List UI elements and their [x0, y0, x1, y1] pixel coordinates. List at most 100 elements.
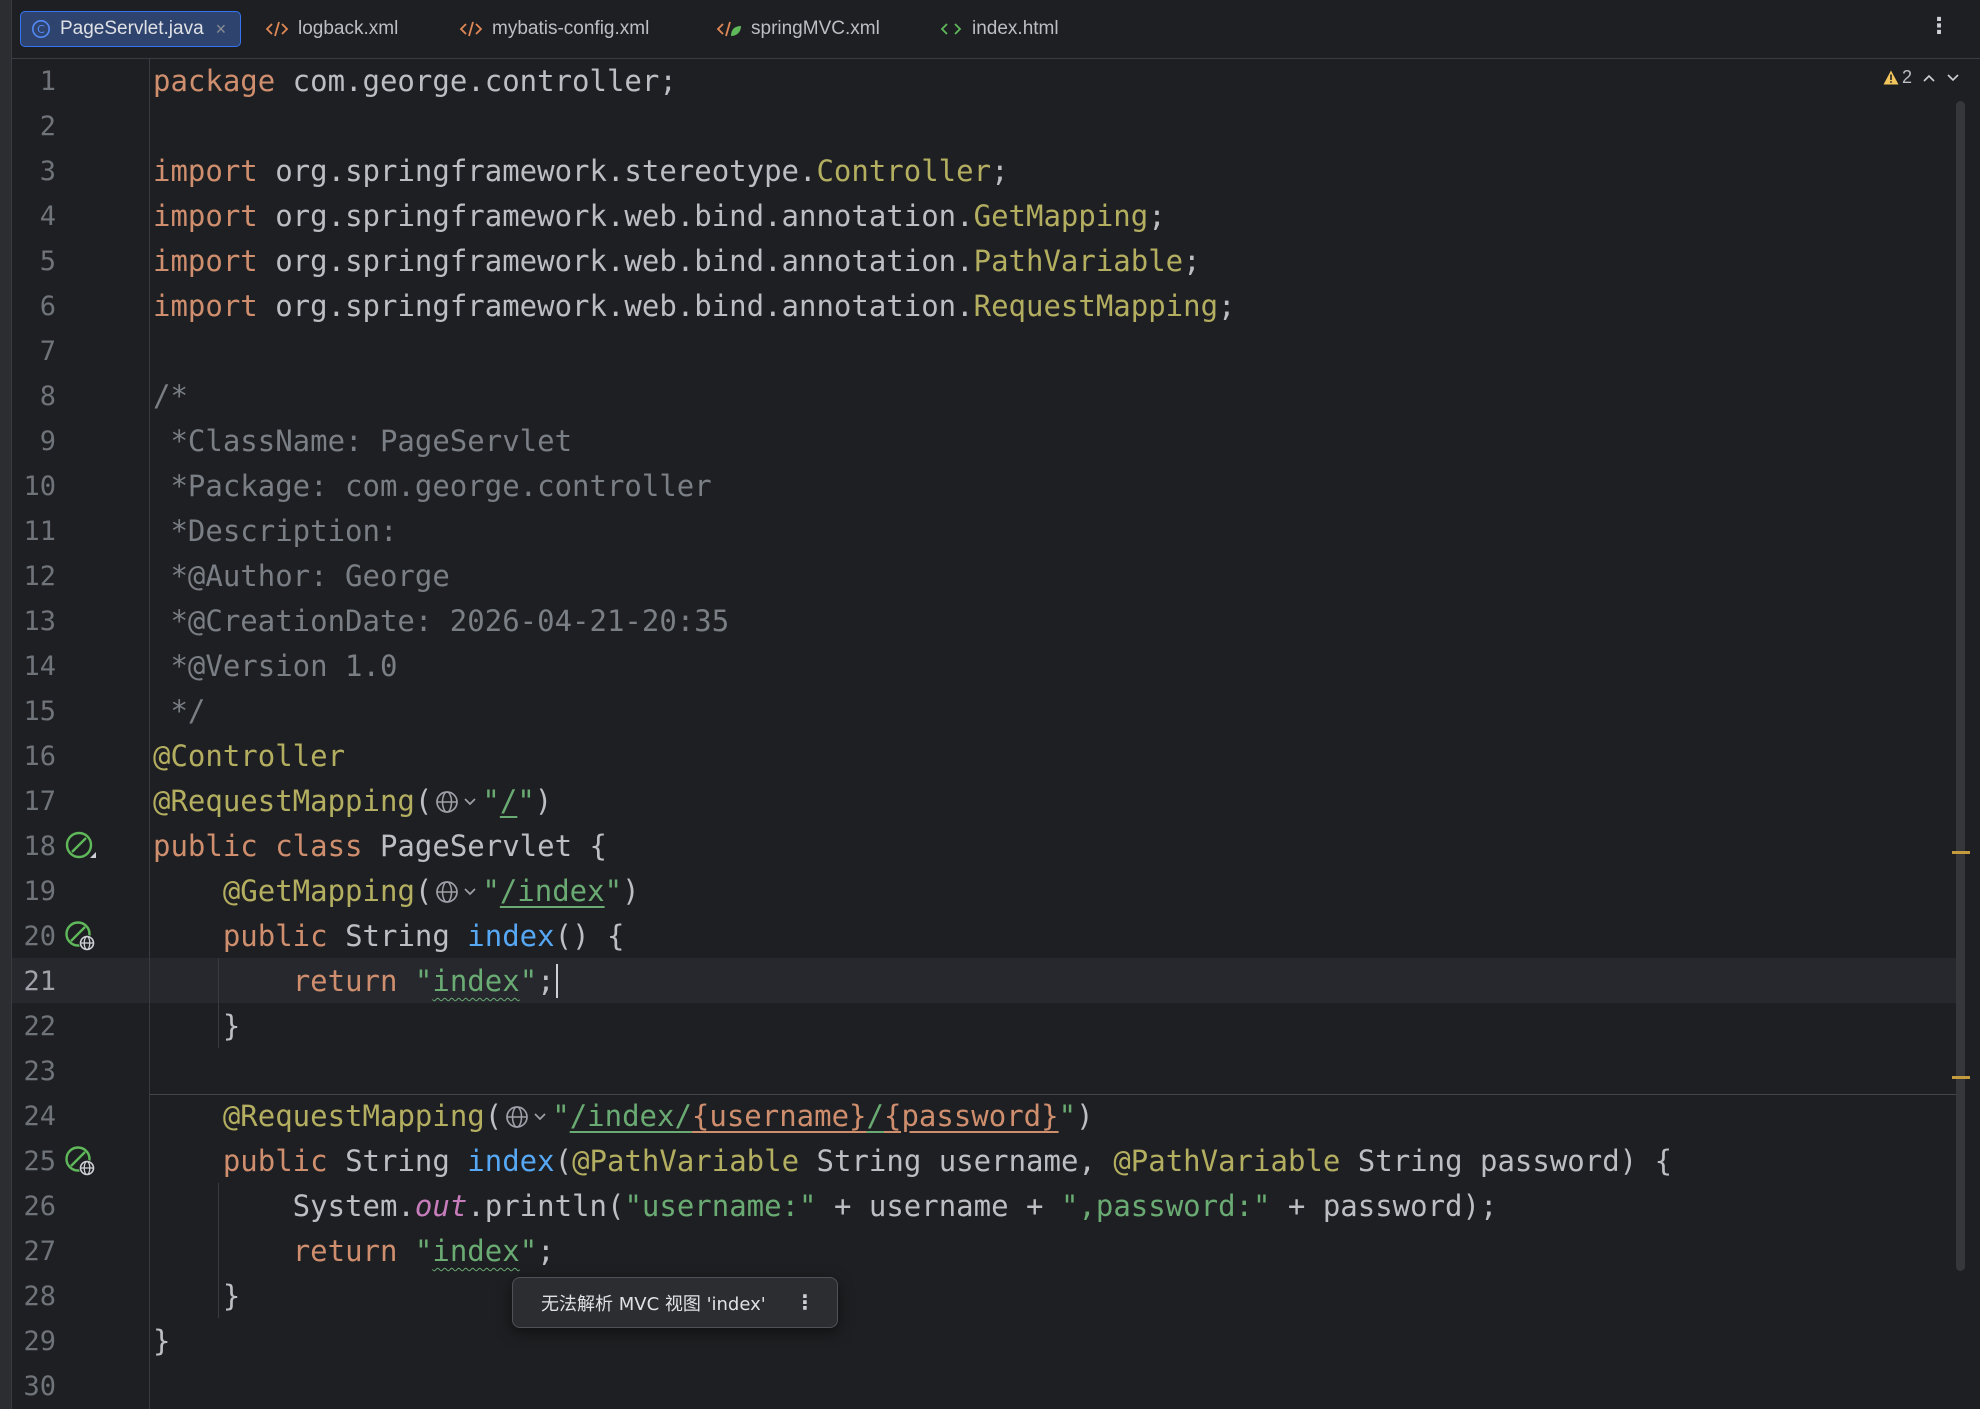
tab-springmvc-xml[interactable]: springMVC.xml: [706, 11, 890, 47]
tab-label: springMVC.xml: [751, 18, 880, 39]
comment-text: *@CreationDate: 2026-04-21-20:35: [153, 604, 730, 638]
tab-label: mybatis-config.xml: [492, 18, 650, 39]
editor-tab-bar: C PageServlet.java × logback.xml mybatis…: [12, 0, 1980, 59]
line-number: 12: [23, 561, 56, 592]
code-line: 3 import org.springframework.stereotype.…: [12, 149, 1980, 194]
line-number: 28: [23, 1281, 56, 1312]
tab-mybatis-config-xml[interactable]: mybatis-config.xml: [449, 11, 659, 47]
comment-text: *@Version 1.0: [153, 649, 398, 683]
code-line: 11 *Description:: [12, 509, 1980, 554]
close-icon[interactable]: ×: [216, 20, 227, 38]
tab-logback-xml[interactable]: logback.xml: [255, 11, 408, 47]
code-line: 28 }: [12, 1274, 1980, 1319]
line-number: 1: [39, 66, 56, 97]
code-text: return "index";: [292, 1234, 555, 1268]
code-line: 17 @RequestMapping("/"): [12, 779, 1980, 824]
code-line: 4 import org.springframework.web.bind.an…: [12, 194, 1980, 239]
html-file-icon: [939, 20, 963, 38]
globe-endpoint-icon[interactable]: [434, 873, 480, 918]
code-text: }: [153, 1279, 241, 1313]
line-number: 21: [23, 966, 56, 997]
tab-index-html[interactable]: index.html: [929, 11, 1069, 47]
code-text: @GetMapping("/index"): [153, 869, 640, 918]
left-tool-strip: [0, 0, 12, 1409]
code-line: 24 @RequestMapping("/index/{username}/{p…: [12, 1094, 1980, 1139]
tooltip-message: 无法解析 MVC 视图 'index': [541, 1293, 766, 1315]
line-number: 13: [23, 606, 56, 637]
comment-text: *Description:: [153, 514, 398, 548]
line-number: 18: [23, 831, 56, 862]
line-number: 5: [39, 246, 56, 277]
tooltip-more-button[interactable]: ⋮: [795, 1290, 815, 1314]
code-line: 18 public class PageServlet {: [12, 824, 1980, 869]
comment-text: */: [153, 694, 206, 728]
web-endpoint-gutter-icon[interactable]: [64, 1145, 98, 1183]
code-text: public class PageServlet {: [153, 829, 607, 863]
code-line: 6 import org.springframework.web.bind.an…: [12, 284, 1980, 329]
line-number: 10: [23, 471, 56, 502]
line-number: 9: [39, 426, 56, 457]
code-line: 7: [12, 329, 1980, 374]
code-line-current: 21 return "index";: [12, 959, 1980, 1004]
line-number: 26: [23, 1191, 56, 1222]
inspection-tooltip[interactable]: 无法解析 MVC 视图 'index' ⋮: [512, 1277, 838, 1328]
line-number: 14: [23, 651, 56, 682]
code-line: 8 /*: [12, 374, 1980, 419]
code-line: 5 import org.springframework.web.bind.an…: [12, 239, 1980, 284]
line-number: 22: [23, 1011, 56, 1042]
comment-text: /*: [153, 379, 188, 413]
globe-endpoint-icon[interactable]: [434, 783, 480, 828]
line-number: 2: [39, 111, 56, 142]
tab-options-menu-button[interactable]: ⋮: [1928, 16, 1950, 38]
line-number: 17: [23, 786, 56, 817]
code-line: 15 */: [12, 689, 1980, 734]
code-line: 26 System.out.println("username:" + user…: [12, 1184, 1980, 1229]
line-number: 29: [23, 1326, 56, 1357]
code-text: }: [153, 1324, 171, 1358]
code-text: import org.springframework.web.bind.anno…: [153, 244, 1201, 278]
xml-file-icon: [265, 20, 289, 38]
code-line: 20 public String index() {: [12, 914, 1980, 959]
code-text: return "index";: [153, 959, 558, 1004]
comment-text: *@Author: George: [153, 559, 450, 593]
web-endpoint-gutter-icon[interactable]: [64, 920, 98, 958]
code-line: 25 public String index(@PathVariable Str…: [12, 1139, 1980, 1184]
code-text: public String index(@PathVariable String…: [222, 1144, 1673, 1178]
code-editor[interactable]: 2 1 package com.george.controller; 2 3 i…: [12, 59, 1980, 1409]
line-number: 25: [23, 1146, 56, 1177]
line-number: 15: [23, 696, 56, 727]
line-number: 27: [23, 1236, 56, 1267]
spring-bean-icon[interactable]: [64, 830, 98, 868]
code-text: }: [153, 1009, 241, 1043]
line-number: 16: [23, 741, 56, 772]
code-line: 14 *@Version 1.0: [12, 644, 1980, 689]
tab-pageservlet-java[interactable]: C PageServlet.java ×: [20, 11, 241, 47]
line-number: 4: [39, 201, 56, 232]
line-number: 7: [39, 336, 56, 367]
line-number: 24: [23, 1101, 56, 1132]
code-text: import org.springframework.stereotype.Co…: [153, 154, 1009, 188]
code-text: @RequestMapping("/"): [153, 779, 552, 828]
line-number: 30: [23, 1371, 56, 1402]
code-line: 12 *@Author: George: [12, 554, 1980, 599]
code-line: 1 package com.george.controller;: [12, 59, 1980, 104]
code-text: System.out.println("username:" + usernam…: [153, 1189, 1498, 1223]
svg-text:C: C: [37, 23, 45, 36]
xml-file-icon: [459, 20, 483, 38]
code-text: package com.george.controller;: [153, 64, 677, 98]
code-text: @Controller: [153, 739, 346, 773]
line-number: 20: [23, 921, 56, 952]
code-line: 13 *@CreationDate: 2026-04-21-20:35: [12, 599, 1980, 644]
code-line: 29 }: [12, 1319, 1980, 1364]
code-line: 30: [12, 1364, 1980, 1409]
line-number: 23: [23, 1056, 56, 1087]
code-line: 22 }: [12, 1004, 1980, 1049]
comment-text: *Package: com.george.controller: [153, 469, 712, 503]
java-class-icon: C: [31, 19, 51, 39]
tab-label: PageServlet.java: [60, 18, 204, 39]
spring-xml-icon: [716, 19, 742, 39]
tab-label: logback.xml: [298, 18, 399, 39]
globe-endpoint-icon[interactable]: [504, 1098, 550, 1143]
code-text: @RequestMapping("/index/{username}/{pass…: [153, 1094, 1094, 1143]
code-text: public String index() {: [222, 919, 625, 953]
